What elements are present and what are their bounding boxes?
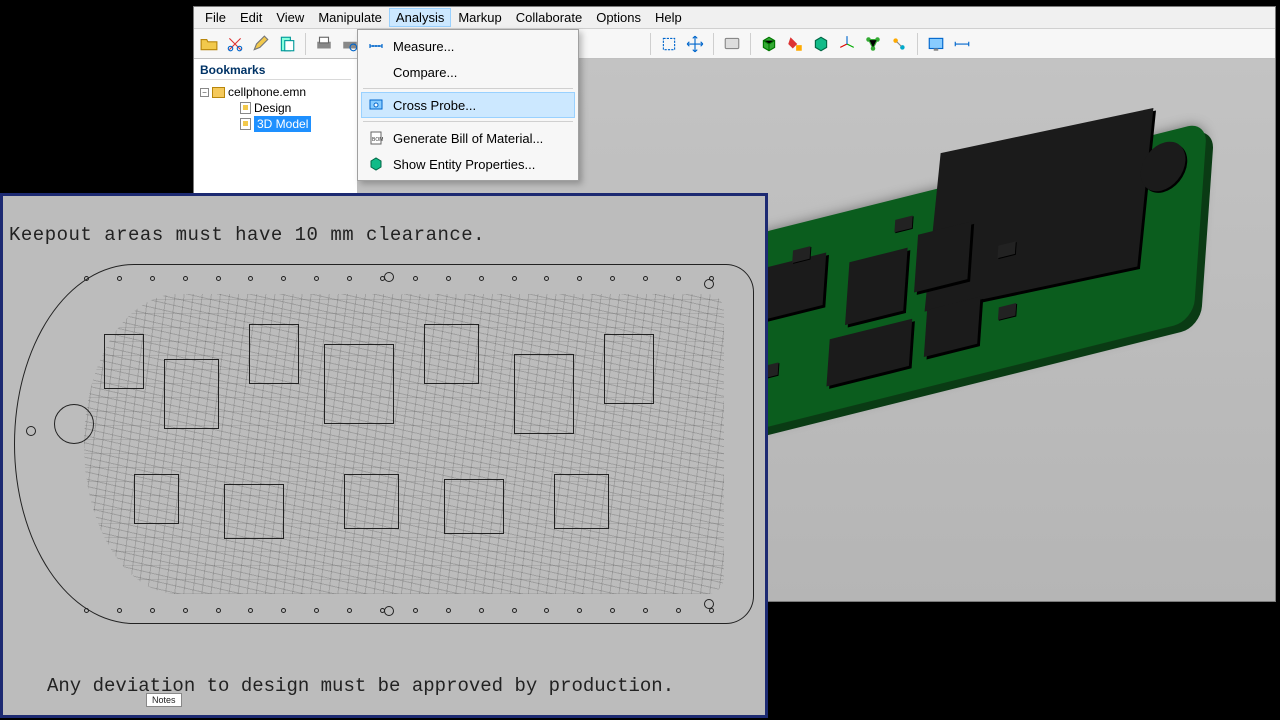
- menu-analysis[interactable]: Analysis: [389, 8, 451, 27]
- open-icon[interactable]: [198, 33, 220, 55]
- toolbar-separator: [305, 33, 306, 55]
- tree-item-design[interactable]: Design: [200, 100, 351, 116]
- svg-text:BOM: BOM: [372, 137, 383, 143]
- folder-icon: [212, 87, 225, 98]
- screen-icon[interactable]: [925, 33, 947, 55]
- collapse-icon[interactable]: −: [200, 88, 209, 97]
- menu-manipulate[interactable]: Manipulate: [311, 8, 389, 27]
- menu-cross-probe-label: Cross Probe...: [393, 98, 476, 113]
- menu-separator: [363, 121, 573, 122]
- pcb-2d-drawing[interactable]: [14, 264, 754, 624]
- bookmarks-title: Bookmarks: [200, 63, 351, 80]
- toolbar-separator: [650, 33, 651, 55]
- bom-icon: BOM: [367, 129, 385, 147]
- molecule-icon[interactable]: [862, 33, 884, 55]
- toolbar-separator: [713, 33, 714, 55]
- toolbar-separator: [750, 33, 751, 55]
- menu-options[interactable]: Options: [589, 8, 648, 27]
- crossprobe-icon: [367, 96, 385, 114]
- zoom-area-icon[interactable]: [658, 33, 680, 55]
- paint-icon[interactable]: [784, 33, 806, 55]
- pencil-icon[interactable]: [250, 33, 272, 55]
- tree-root-label: cellphone.emn: [228, 84, 306, 100]
- note-icon[interactable]: [721, 33, 743, 55]
- menu-separator: [363, 88, 573, 89]
- cube-icon[interactable]: [758, 33, 780, 55]
- toolbar-separator: [917, 33, 918, 55]
- note-top: Keepout areas must have 10 mm clearance.: [9, 224, 759, 246]
- menu-cross-probe[interactable]: Cross Probe...: [361, 92, 575, 118]
- tree-item-label: Design: [254, 100, 291, 116]
- menu-markup[interactable]: Markup: [451, 8, 508, 27]
- menu-edit[interactable]: Edit: [233, 8, 269, 27]
- tree-root[interactable]: − cellphone.emn: [200, 84, 351, 100]
- link-icon[interactable]: [888, 33, 910, 55]
- notes-tooltip: Notes: [146, 693, 182, 707]
- menu-file[interactable]: File: [198, 8, 233, 27]
- analysis-dropdown: Measure... Compare... Cross Probe... BOM…: [357, 29, 579, 181]
- move-icon[interactable]: [684, 33, 706, 55]
- attach-icon[interactable]: [276, 33, 298, 55]
- bookmarks-tree: − cellphone.emn Design 3D Model: [200, 84, 351, 132]
- menu-collaborate[interactable]: Collaborate: [509, 8, 590, 27]
- note-bottom: Any deviation to design must be approved…: [47, 675, 674, 697]
- tree-item-label: 3D Model: [254, 116, 311, 132]
- box3d-icon[interactable]: [810, 33, 832, 55]
- menu-compare[interactable]: Compare...: [361, 59, 575, 85]
- document-icon: [240, 102, 251, 114]
- ruler-icon[interactable]: [951, 33, 973, 55]
- menu-help[interactable]: Help: [648, 8, 689, 27]
- menu-measure[interactable]: Measure...: [361, 33, 575, 59]
- entity-icon: [367, 155, 385, 173]
- blank-icon: [367, 63, 385, 81]
- menu-entity-props[interactable]: Show Entity Properties...: [361, 151, 575, 177]
- menu-bom-label: Generate Bill of Material...: [393, 131, 543, 146]
- menu-bar: File Edit View Manipulate Analysis Marku…: [194, 7, 1275, 29]
- tree-item-3dmodel[interactable]: 3D Model: [200, 116, 351, 132]
- menu-measure-label: Measure...: [393, 39, 454, 54]
- axes-icon[interactable]: [836, 33, 858, 55]
- print-icon[interactable]: [313, 33, 335, 55]
- overlay-2d-window: Keepout areas must have 10 mm clearance.…: [0, 193, 768, 718]
- scissors-icon[interactable]: [224, 33, 246, 55]
- menu-compare-label: Compare...: [393, 65, 457, 80]
- ruler-icon: [367, 37, 385, 55]
- menu-bom[interactable]: BOM Generate Bill of Material...: [361, 125, 575, 151]
- document-icon: [240, 118, 251, 130]
- menu-view[interactable]: View: [269, 8, 311, 27]
- menu-entity-props-label: Show Entity Properties...: [393, 157, 535, 172]
